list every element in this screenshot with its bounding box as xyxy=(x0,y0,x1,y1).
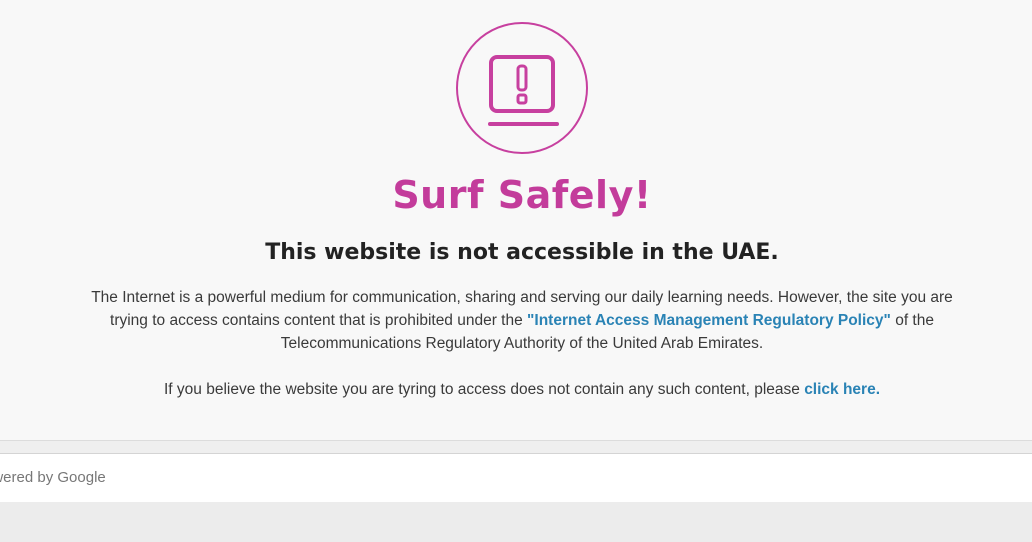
laptop-warning-icon xyxy=(456,22,588,154)
blocked-page: Surf Safely! This website is not accessi… xyxy=(0,0,1032,542)
policy-link[interactable]: "Internet Access Management Regulatory P… xyxy=(527,312,891,329)
page-title: Surf Safely! xyxy=(392,173,652,217)
appeal-notice: If you believe the website you are tyrin… xyxy=(0,378,1032,401)
click-here-link[interactable]: click here. xyxy=(804,381,880,398)
divider-band xyxy=(0,440,1032,453)
bottom-band xyxy=(0,502,1032,542)
main-content: Surf Safely! This website is not accessi… xyxy=(0,0,1032,440)
appeal-notice-text: If you believe the website you are tyrin… xyxy=(163,381,805,398)
page-subtitle: This website is not accessible in the UA… xyxy=(265,240,779,265)
powered-by-bar: owered by Google xyxy=(0,453,1032,503)
explanation-text: The Internet is a powerful medium for co… xyxy=(80,286,964,355)
powered-by-google-text: owered by Google xyxy=(0,469,106,486)
